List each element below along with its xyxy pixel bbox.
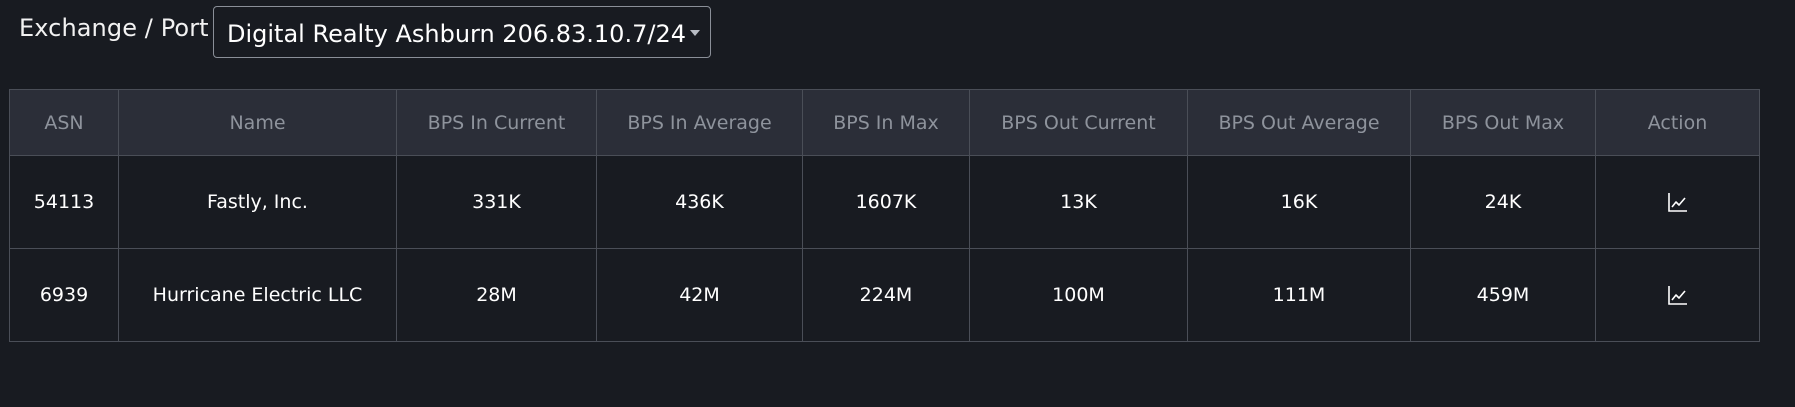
column-header-bps-in-current: BPS In Current <box>396 89 597 156</box>
cell-name: Hurricane Electric LLC <box>118 248 397 342</box>
cell-bps-in-current: 28M <box>396 248 597 342</box>
column-header-asn: ASN <box>9 89 119 156</box>
cell-action <box>1595 248 1760 342</box>
caret-down-icon <box>690 30 700 36</box>
exchange-port-label: Exchange / Port <box>19 14 209 42</box>
cell-name: Fastly, Inc. <box>118 155 397 249</box>
cell-bps-out-max: 24K <box>1410 155 1596 249</box>
cell-asn: 6939 <box>9 248 119 342</box>
table-row: 6939 Hurricane Electric LLC 28M 42M 224M… <box>9 248 1760 342</box>
cell-bps-in-average: 436K <box>596 155 803 249</box>
cell-bps-in-average: 42M <box>596 248 803 342</box>
cell-bps-in-current: 331K <box>396 155 597 249</box>
column-header-bps-out-max: BPS Out Max <box>1410 89 1596 156</box>
cell-asn: 54113 <box>9 155 119 249</box>
column-header-bps-in-average: BPS In Average <box>596 89 803 156</box>
cell-bps-out-current: 100M <box>969 248 1188 342</box>
exchange-port-selected-value: Digital Realty Ashburn 206.83.10.7/24 <box>227 20 686 48</box>
table-header: ASN Name BPS In Current BPS In Average B… <box>9 89 1760 156</box>
cell-bps-in-max: 1607K <box>802 155 970 249</box>
column-header-bps-out-average: BPS Out Average <box>1187 89 1411 156</box>
cell-bps-out-current: 13K <box>969 155 1188 249</box>
cell-bps-out-average: 111M <box>1187 248 1411 342</box>
asn-traffic-table: ASN Name BPS In Current BPS In Average B… <box>9 89 1760 342</box>
header-row: ASN Name BPS In Current BPS In Average B… <box>9 89 1760 156</box>
cell-bps-in-max: 224M <box>802 248 970 342</box>
cell-bps-out-max: 459M <box>1410 248 1596 342</box>
chart-line-icon[interactable] <box>1667 284 1689 306</box>
table-row: 54113 Fastly, Inc. 331K 436K 1607K 13K 1… <box>9 155 1760 249</box>
table-body: 54113 Fastly, Inc. 331K 436K 1607K 13K 1… <box>9 155 1760 342</box>
cell-bps-out-average: 16K <box>1187 155 1411 249</box>
exchange-port-select[interactable]: Digital Realty Ashburn 206.83.10.7/24 <box>213 6 711 58</box>
cell-action <box>1595 155 1760 249</box>
filter-bar: Exchange / Port Digital Realty Ashburn 2… <box>0 0 1795 60</box>
column-header-bps-out-current: BPS Out Current <box>969 89 1188 156</box>
chart-line-icon[interactable] <box>1667 191 1689 213</box>
column-header-bps-in-max: BPS In Max <box>802 89 970 156</box>
column-header-action: Action <box>1595 89 1760 156</box>
column-header-name: Name <box>118 89 397 156</box>
